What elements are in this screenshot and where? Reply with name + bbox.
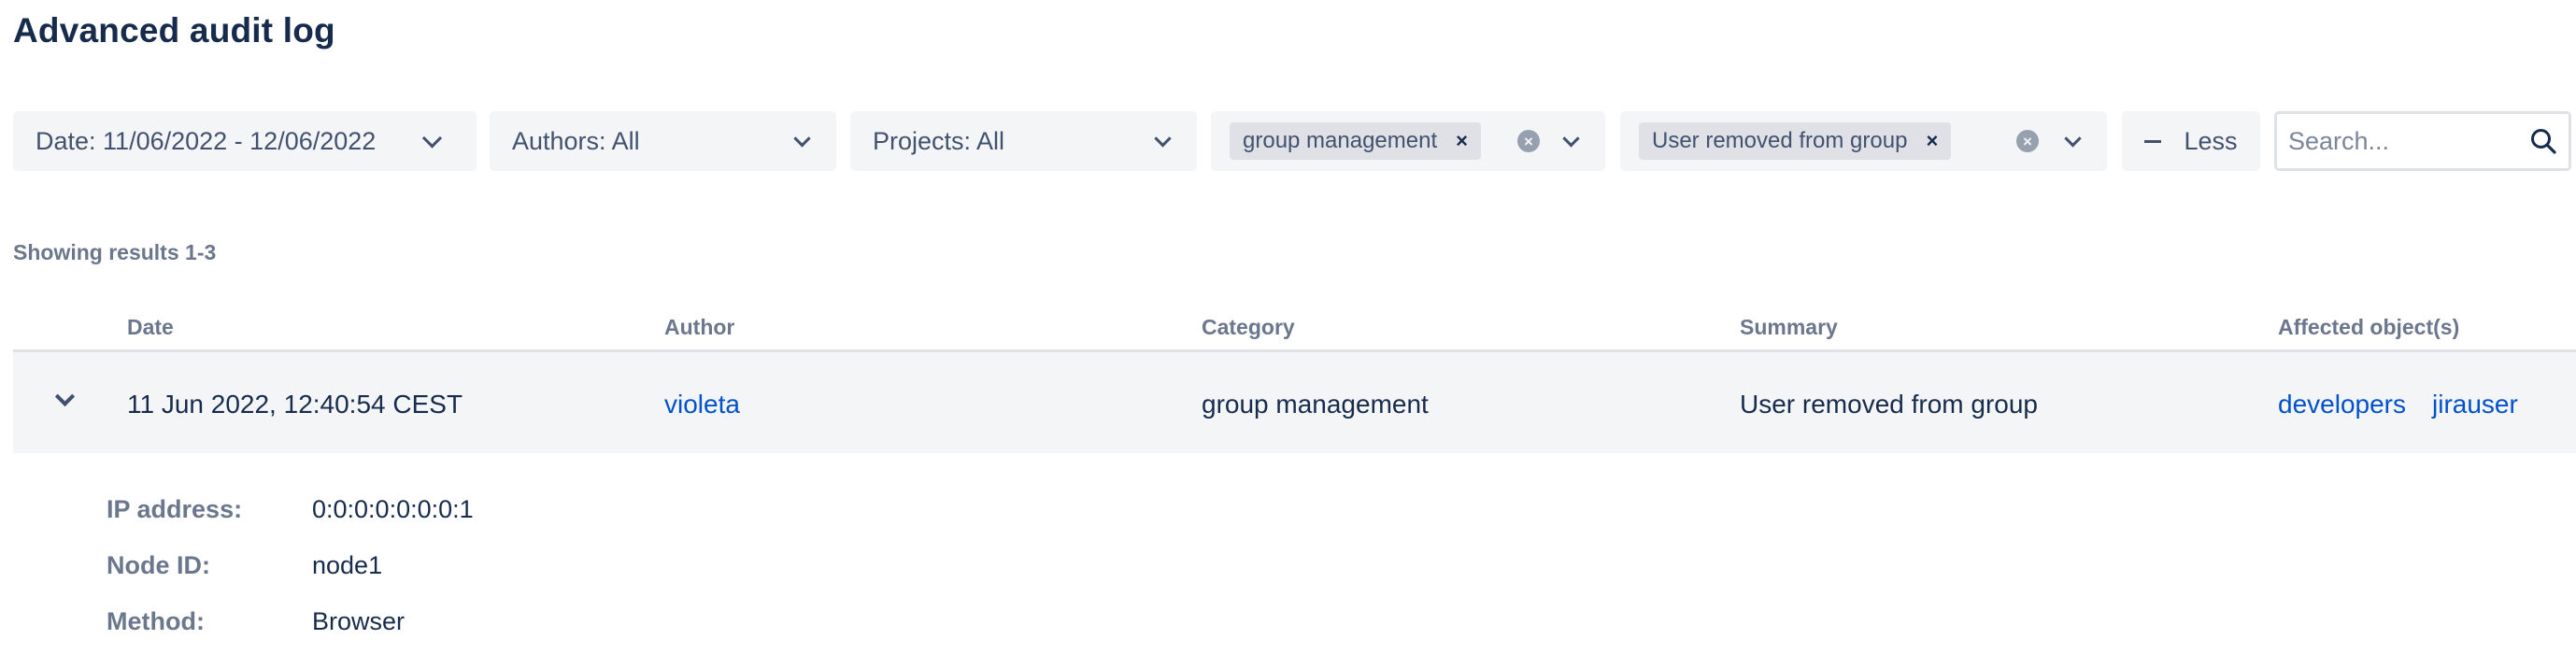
search-input[interactable]	[2277, 114, 2511, 168]
less-button-label: Less	[2184, 126, 2238, 155]
projects-filter-label: Projects: All	[873, 126, 1005, 155]
cell-date: 11 Jun 2022, 12:40:54 CEST	[127, 390, 463, 419]
cell-category: group management	[1202, 390, 1429, 419]
column-header-category[interactable]: Category	[1202, 315, 1295, 340]
date-filter[interactable]: Date: 11/06/2022 - 12/06/2022	[13, 111, 477, 171]
affected-object-link-jirauser[interactable]: jirauser	[2432, 390, 2518, 419]
cell-summary: User removed from group	[1740, 390, 2039, 419]
chevron-down-icon	[793, 130, 811, 148]
remove-x-icon[interactable]: ×	[1926, 131, 1938, 151]
summary-chip-label: User removed from group	[1652, 128, 1908, 153]
detail-value-method: Browser	[312, 607, 406, 635]
search-box[interactable]	[2274, 111, 2571, 171]
chevron-down-icon	[421, 128, 443, 149]
chevron-down-icon	[1154, 130, 1172, 148]
column-header-affected-objects[interactable]: Affected object(s)	[2278, 315, 2459, 340]
chevron-down-icon[interactable]	[2064, 130, 2082, 148]
category-chip: group management ×	[1230, 122, 1481, 160]
column-header-date[interactable]: Date	[127, 315, 174, 340]
column-header-summary[interactable]: Summary	[1740, 315, 1838, 340]
category-filter[interactable]: group management × ×	[1211, 111, 1605, 171]
clear-circle-icon[interactable]: ×	[1517, 130, 1540, 152]
clear-circle-icon[interactable]: ×	[2016, 130, 2039, 152]
chevron-down-icon[interactable]	[1562, 130, 1580, 148]
search-icon[interactable]	[2529, 127, 2557, 155]
table-row[interactable]: 11 Jun 2022, 12:40:54 CEST violeta group…	[13, 352, 2576, 453]
remove-x-icon[interactable]: ×	[1456, 131, 1468, 151]
chevron-down-icon	[54, 386, 76, 407]
summary-chip: User removed from group ×	[1639, 122, 1952, 160]
row-expand-toggle[interactable]	[51, 386, 79, 416]
less-button[interactable]: Less	[2122, 111, 2260, 171]
detail-value-node-id: node1	[312, 551, 383, 579]
detail-label-node-id: Node ID:	[107, 551, 210, 579]
summary-filter[interactable]: User removed from group × ×	[1620, 111, 2107, 171]
author-link[interactable]: violeta	[664, 390, 740, 419]
authors-filter-label: Authors: All	[512, 126, 640, 155]
projects-filter[interactable]: Projects: All	[850, 111, 1197, 171]
minus-icon	[2144, 139, 2162, 143]
column-header-author[interactable]: Author	[664, 315, 734, 340]
detail-label-method: Method:	[107, 607, 205, 635]
authors-filter[interactable]: Authors: All	[490, 111, 836, 171]
results-count: Showing results 1-3	[13, 240, 217, 264]
affected-object-link-developers[interactable]: developers	[2278, 390, 2406, 419]
date-filter-label: Date: 11/06/2022 - 12/06/2022	[36, 126, 377, 155]
category-chip-label: group management	[1243, 128, 1438, 153]
detail-label-ip-address: IP address:	[107, 495, 243, 523]
page-title: Advanced audit log	[13, 11, 335, 50]
detail-value-ip-address: 0:0:0:0:0:0:0:1	[312, 495, 474, 523]
